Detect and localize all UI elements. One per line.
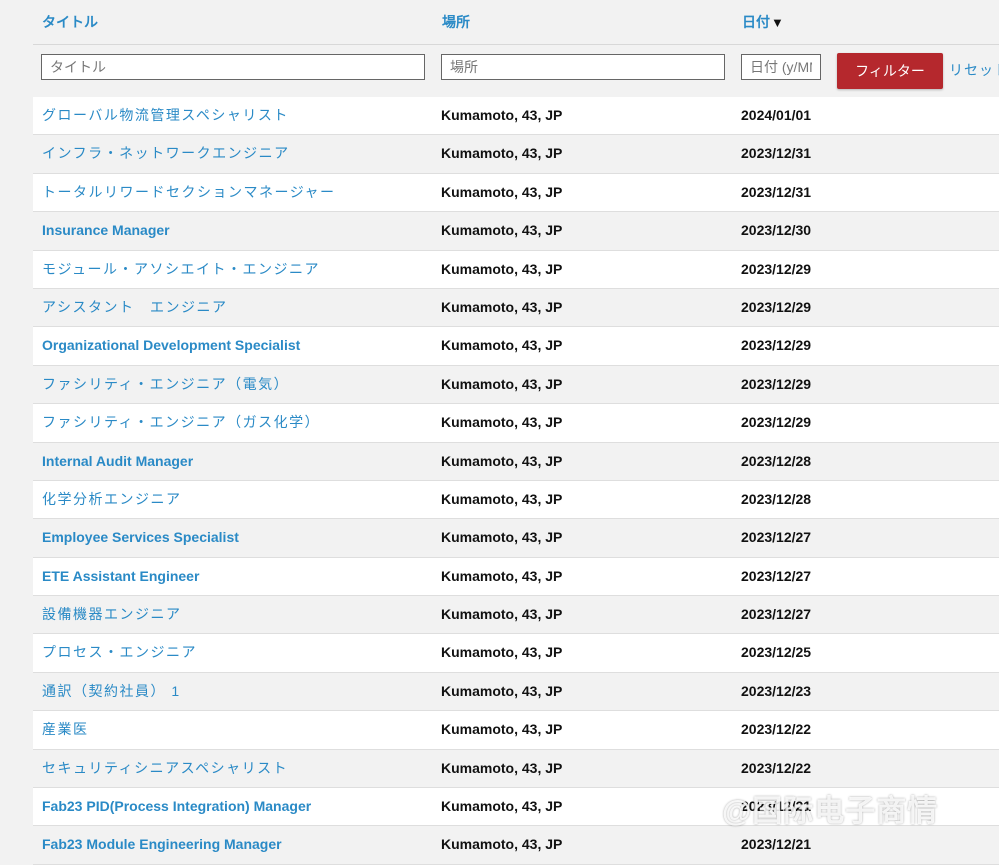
job-date: 2023/12/31: [741, 183, 812, 200]
job-date: 2023/12/29: [741, 298, 812, 315]
job-location: Kumamoto, 43, JP: [441, 682, 563, 699]
job-date: 2023/12/25: [741, 644, 812, 661]
job-date: 2023/12/31: [741, 145, 812, 162]
job-location: Kumamoto, 43, JP: [441, 567, 563, 584]
job-date: 2023/12/27: [741, 529, 812, 546]
filter-row: フィルター リセット: [33, 45, 999, 97]
job-location: Kumamoto, 43, JP: [441, 452, 563, 469]
job-title-link[interactable]: ファシリティ・エンジニア（ガス化学）: [42, 414, 320, 431]
job-date: 2023/12/29: [741, 260, 812, 277]
reset-link[interactable]: リセット: [949, 60, 999, 80]
job-listings-table: タイトル 場所 日付▼ フィルター リセット グローバル物流管理スペシャリスト K…: [33, 0, 999, 865]
title-header-label: タイトル: [42, 14, 98, 30]
job-location: Kumamoto, 43, JP: [441, 298, 563, 315]
job-location: Kumamoto, 43, JP: [441, 375, 563, 392]
table-row: セキュリティシニアスペシャリスト Kumamoto, 43, JP 2023/12/…: [33, 749, 999, 789]
title-filter-input[interactable]: [41, 54, 425, 80]
table-row: トータルリワードセクションマネージャー Kumamoto, 43, JP 2023/…: [33, 173, 999, 213]
table-row: アシスタント エンジニア Kumamoto, 43, JP 2023/12/29: [33, 288, 999, 328]
job-location: Kumamoto, 43, JP: [441, 490, 563, 507]
job-title-link[interactable]: トータルリワードセクションマネージャー: [42, 184, 336, 201]
job-title-link[interactable]: モジュール・アソシエイト・エンジニア: [42, 261, 320, 278]
job-date: 2023/12/29: [741, 414, 812, 431]
job-date: 2023/12/28: [741, 452, 812, 469]
job-title-link[interactable]: 産業医: [42, 721, 89, 738]
job-title-link[interactable]: プロセス・エンジニア: [42, 644, 197, 661]
job-title-link[interactable]: セキュリティシニアスペシャリスト: [42, 760, 288, 777]
table-row: 産業医 Kumamoto, 43, JP 2023/12/22: [33, 711, 999, 750]
job-title-link[interactable]: Employee Services Specialist: [42, 529, 239, 546]
job-title-link[interactable]: Fab23 PID(Process Integration) Manager: [42, 798, 311, 815]
job-location: Kumamoto, 43, JP: [441, 606, 563, 623]
location-filter-input[interactable]: [441, 54, 725, 80]
job-date: 2023/12/22: [741, 721, 812, 738]
location-header-label: 場所: [442, 14, 470, 30]
date-column-header[interactable]: 日付▼: [742, 12, 784, 32]
job-location: Kumamoto, 43, JP: [441, 337, 563, 354]
table-row: Insurance Manager Kumamoto, 43, JP 2023/12…: [33, 212, 999, 251]
job-location: Kumamoto, 43, JP: [441, 759, 563, 776]
job-location: Kumamoto, 43, JP: [441, 107, 563, 123]
job-date: 2023/12/23: [741, 682, 812, 699]
table-row: 設備機器エンジニア Kumamoto, 43, JP 2023/12/27: [33, 596, 999, 635]
job-title-link[interactable]: インフラ・ネットワークエンジニア: [42, 145, 290, 162]
job-location: Kumamoto, 43, JP: [441, 529, 563, 546]
job-date: 2023/12/30: [741, 222, 812, 239]
job-date: 2023/12/22: [741, 759, 812, 776]
sort-descending-icon: ▼: [771, 15, 784, 30]
table-row: ファシリティ・エンジニア（電気） Kumamoto, 43, JP 2023/12/…: [33, 365, 999, 405]
job-title-link[interactable]: Organizational Development Specialist: [42, 337, 300, 354]
table-row: グローバル物流管理スペシャリスト Kumamoto, 43, JP 2024/01/…: [33, 97, 999, 136]
table-row: モジュール・アソシエイト・エンジニア Kumamoto, 43, JP 2023/1…: [33, 250, 999, 289]
table-header: タイトル 場所 日付▼: [33, 0, 999, 45]
table-row: Internal Audit Manager Kumamoto, 43, JP 20…: [33, 442, 999, 481]
job-title-link[interactable]: アシスタント エンジニア: [42, 299, 227, 316]
table-row: Fab23 Module Engineering Manager Kumamoto…: [33, 826, 999, 865]
job-location: Kumamoto, 43, JP: [441, 414, 563, 431]
job-date: 2023/12/21: [741, 836, 812, 853]
job-date: 2023/12/27: [741, 567, 812, 584]
job-title-link[interactable]: 化学分析エンジニア: [42, 491, 182, 508]
job-date: 2024/01/01: [741, 107, 812, 123]
table-row: 化学分析エンジニア Kumamoto, 43, JP 2023/12/28: [33, 480, 999, 520]
job-location: Kumamoto, 43, JP: [441, 260, 563, 277]
job-title-link[interactable]: Insurance Manager: [42, 222, 170, 239]
job-date: 2023/12/29: [741, 337, 812, 354]
location-column-header[interactable]: 場所: [442, 12, 470, 32]
table-row: プロセス・エンジニア Kumamoto, 43, JP 2023/12/25: [33, 634, 999, 673]
job-date: 2023/12/28: [741, 490, 812, 507]
job-title-link[interactable]: グローバル物流管理スペシャリスト: [42, 107, 289, 124]
table-row: ETE Assistant Engineer Kumamoto, 43, JP 20…: [33, 557, 999, 597]
table-row: Employee Services Specialist Kumamoto, 43…: [33, 519, 999, 558]
job-location: Kumamoto, 43, JP: [441, 183, 563, 200]
table-row: 通訳（契約社員） 1 Kumamoto, 43, JP 2023/12/23: [33, 672, 999, 712]
job-title-link[interactable]: 通訳（契約社員） 1: [42, 683, 181, 700]
job-location: Kumamoto, 43, JP: [441, 145, 563, 162]
job-list: グローバル物流管理スペシャリスト Kumamoto, 43, JP 2024/01/…: [33, 97, 999, 865]
job-location: Kumamoto, 43, JP: [441, 222, 563, 239]
table-row: インフラ・ネットワークエンジニア Kumamoto, 43, JP 2023/12/…: [33, 135, 999, 174]
table-row: ファシリティ・エンジニア（ガス化学） Kumamoto, 43, JP 2023/1…: [33, 404, 999, 443]
title-column-header[interactable]: タイトル: [42, 12, 98, 32]
job-location: Kumamoto, 43, JP: [441, 836, 563, 853]
job-date: 2023/12/27: [741, 606, 812, 623]
job-title-link[interactable]: 設備機器エンジニア: [42, 606, 182, 623]
job-title-link[interactable]: Fab23 Module Engineering Manager: [42, 836, 282, 853]
job-location: Kumamoto, 43, JP: [441, 644, 563, 661]
job-title-link[interactable]: ETE Assistant Engineer: [42, 568, 199, 585]
watermark: @国际电子商情: [722, 795, 939, 828]
job-location: Kumamoto, 43, JP: [441, 721, 563, 738]
job-title-link[interactable]: ファシリティ・エンジニア（電気）: [42, 376, 289, 393]
filter-button[interactable]: フィルター: [837, 53, 943, 89]
job-title-link[interactable]: Internal Audit Manager: [42, 453, 193, 470]
date-filter-input[interactable]: [741, 54, 821, 80]
job-location: Kumamoto, 43, JP: [441, 798, 563, 815]
date-header-label: 日付: [742, 14, 770, 30]
job-date: 2023/12/29: [741, 375, 812, 392]
table-row: Organizational Development Specialist Kum…: [33, 327, 999, 366]
